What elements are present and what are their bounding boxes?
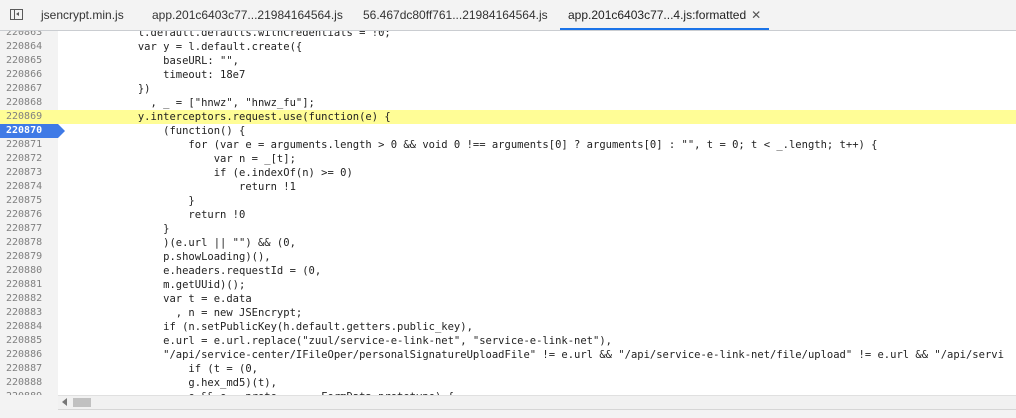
line-number[interactable]: 220865 [0,54,58,68]
code-line[interactable]: 220881 m.getUUid)(); [0,278,1016,292]
code-text: }) [62,83,151,95]
line-number[interactable]: 220875 [0,194,58,208]
tab-jsencrypt-min[interactable]: jsencrypt.min.js [41,0,124,30]
scroll-left-icon[interactable] [62,398,67,406]
code-line[interactable]: 220880 e.headers.requestId = (0, [0,264,1016,278]
line-number[interactable]: 220884 [0,320,58,334]
toggle-navigator-icon[interactable] [8,6,25,22]
code-line[interactable]: 220872 var n = _[t]; [0,152,1016,166]
line-number[interactable]: 220864 [0,40,58,54]
code-text: return !1 [62,181,296,193]
code-line[interactable]: 220873 if (e.indexOf(n) >= 0) [0,166,1016,180]
code-line[interactable]: 220879 p.showLoading)(), [0,250,1016,264]
code-text: (function() { [62,125,246,137]
line-number[interactable]: 220866 [0,68,58,82]
code-text: return !0 [62,209,246,221]
code-line[interactable]: 220875 } [0,194,1016,208]
status-bar [58,409,1016,418]
code-line[interactable]: 220869 y.interceptors.request.use(functi… [0,110,1016,124]
code-line[interactable]: 220887 if (t = (0, [0,362,1016,376]
code-line[interactable]: 220867 }) [0,82,1016,96]
line-number[interactable]: 220863 [0,31,58,40]
tab-label: app.201c6403c77...4.js:formatted [568,8,747,22]
code-text: for (var e = arguments.length > 0 && voi… [62,139,878,151]
code-line[interactable]: 220884 if (n.setPublicKey(h.default.gett… [0,320,1016,334]
code-text: g.hex_md5)(t), [62,377,277,389]
code-line[interactable]: 220888 g.hex_md5)(t), [0,376,1016,390]
tab-label: 56.467dc80ff761...21984164564.js [363,8,548,22]
code-line[interactable]: 220876 return !0 [0,208,1016,222]
scrollbar-thumb[interactable] [73,398,91,407]
code-line[interactable]: 220883 , n = new JSEncrypt; [0,306,1016,320]
code-text: } [62,223,170,235]
code-line[interactable]: 220866 timeout: 18e7 [0,68,1016,82]
code-text: if (t = (0, [62,363,258,375]
code-text: var t = e.data [62,293,252,305]
code-text: l.default.defaults.withCredentials = !0; [62,31,391,39]
code-text: baseURL: "", [62,55,240,67]
code-line[interactable]: 220865 baseURL: "", [0,54,1016,68]
line-number[interactable]: 220872 [0,152,58,166]
code-line[interactable]: 220868 , _ = ["hnwz", "hnwz_fu"]; [0,96,1016,110]
tab-56-js[interactable]: 56.467dc80ff761...21984164564.js [363,0,548,30]
line-number[interactable]: 220888 [0,376,58,390]
code-line[interactable]: 220870 (function() { [0,124,1016,138]
line-number[interactable]: 220868 [0,96,58,110]
tab-app-js[interactable]: app.201c6403c77...21984164564.js [152,0,343,30]
code-text: m.getUUid)(); [62,279,246,291]
code-text: timeout: 18e7 [62,69,246,81]
editor-tab-bar: jsencrypt.min.js app.201c6403c77...21984… [0,0,1016,31]
code-text: , n = new JSEncrypt; [62,307,303,319]
gutter-footer [0,395,58,418]
line-number[interactable]: 220870 [0,124,65,138]
code-line[interactable]: 220877 } [0,222,1016,236]
line-number[interactable]: 220881 [0,278,58,292]
line-number[interactable]: 220880 [0,264,58,278]
line-number[interactable]: 220882 [0,292,58,306]
code-line[interactable]: 220874 return !1 [0,180,1016,194]
code-text: e.url = e.url.replace("zuul/service-e-li… [62,335,612,347]
code-text: y.interceptors.request.use(function(e) { [62,111,391,123]
code-text: if (n.setPublicKey(h.default.getters.pub… [62,321,473,333]
line-number[interactable]: 220886 [0,348,58,362]
close-tab-icon[interactable]: ✕ [751,0,761,30]
code-text: , _ = ["hnwz", "hnwz_fu"]; [62,97,315,109]
code-text: e.headers.requestId = (0, [62,265,322,277]
code-line[interactable]: 220886 "/api/service-center/IFileOper/pe… [0,348,1016,362]
code-line[interactable]: 220885 e.url = e.url.replace("zuul/servi… [0,334,1016,348]
line-number[interactable]: 220867 [0,82,58,96]
line-number[interactable]: 220883 [0,306,58,320]
code-line[interactable]: 220871 for (var e = arguments.length > 0… [0,138,1016,152]
code-editor[interactable]: 220863 l.default.defaults.withCredential… [0,31,1016,395]
code-line[interactable]: 220864 var y = l.default.create({ [0,40,1016,54]
tab-label: jsencrypt.min.js [41,8,124,22]
code-text: p.showLoading)(), [62,251,271,263]
code-text: var n = _[t]; [62,153,296,165]
line-number[interactable]: 220869 [0,110,58,124]
line-number[interactable]: 220874 [0,180,58,194]
line-number[interactable]: 220877 [0,222,58,236]
code-line[interactable]: 220863 l.default.defaults.withCredential… [0,31,1016,40]
code-text: if (e.indexOf(n) >= 0) [62,167,353,179]
tab-label: app.201c6403c77...21984164564.js [152,8,343,22]
tab-app-js-formatted[interactable]: app.201c6403c77...4.js:formatted ✕ [560,0,770,30]
code-line[interactable]: 220882 var t = e.data [0,292,1016,306]
line-number[interactable]: 220876 [0,208,58,222]
code-text: "/api/service-center/IFileOper/personalS… [62,349,1004,361]
code-text: )(e.url || "") && (0, [62,237,296,249]
line-number[interactable]: 220885 [0,334,58,348]
line-number[interactable]: 220879 [0,250,58,264]
horizontal-scrollbar[interactable] [58,395,1016,409]
code-text: var y = l.default.create({ [62,41,303,53]
line-number[interactable]: 220887 [0,362,58,376]
line-number[interactable]: 220873 [0,166,58,180]
line-number[interactable]: 220878 [0,236,58,250]
line-number[interactable]: 220871 [0,138,58,152]
code-text: } [62,195,195,207]
code-line[interactable]: 220878 )(e.url || "") && (0, [0,236,1016,250]
